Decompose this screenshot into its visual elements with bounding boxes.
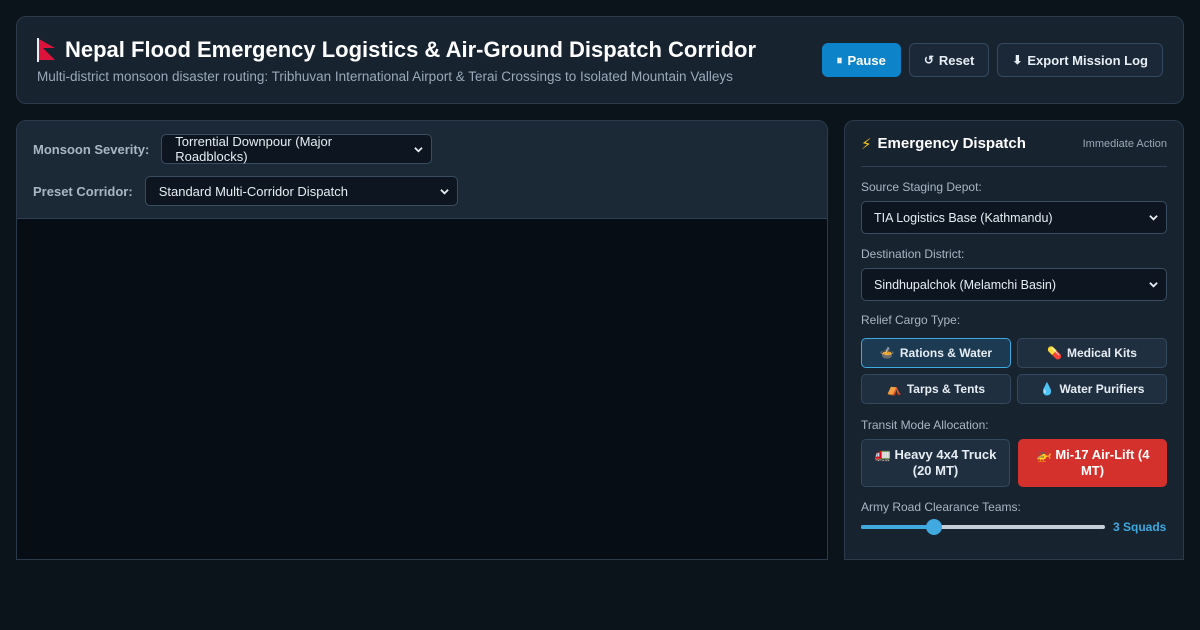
export-mission-log-button[interactable]: ⬇ Export Mission Log <box>997 43 1163 77</box>
map-canvas[interactable] <box>17 219 827 559</box>
slider-thumb[interactable] <box>926 519 943 535</box>
chevron-down-icon <box>414 146 424 153</box>
chevron-down-icon <box>439 188 449 195</box>
map-panel: Monsoon Severity: Torrential Downpour (M… <box>16 120 828 560</box>
cargo-label-text: Rations & Water <box>899 346 993 360</box>
chevron-down-icon <box>1149 282 1158 288</box>
header-card: Nepal Flood Emergency Logistics & Air-Gr… <box>16 16 1184 104</box>
chevron-down-icon <box>1149 215 1158 221</box>
source-depot-value: TIA Logistics Base (Kathmandu) <box>874 210 1053 225</box>
download-icon: ⬇ <box>1012 53 1023 67</box>
tent-icon: ⛺ <box>886 382 902 396</box>
source-depot-select[interactable]: TIA Logistics Base (Kathmandu) <box>861 201 1167 234</box>
corridor-value: Standard Multi-Corridor Dispatch <box>158 183 348 199</box>
severity-value: Torrential Downpour (Major Roadblocks) <box>175 134 333 164</box>
pause-label: Pause <box>847 52 886 68</box>
cargo-tarps-button[interactable]: ⛺ Tarps & Tents <box>861 374 1011 404</box>
droplet-icon: 💧 <box>1039 382 1055 396</box>
cargo-purifiers-button[interactable]: 💧 Water Purifiers <box>1017 374 1167 404</box>
severity-select[interactable]: Torrential Downpour (Major Roadblocks) <box>161 134 433 164</box>
dispatch-panel: ⚡ Emergency Dispatch Immediate Action So… <box>844 120 1184 560</box>
reset-label: Reset <box>938 52 975 68</box>
pause-button[interactable]: ⏸ Pause <box>821 43 901 77</box>
header-actions: ⏸ Pause ↺ Reset ⬇ Export Mission Log <box>821 43 1163 77</box>
destination-district-value: Sindhupalchok (Melamchi Basin) <box>874 277 1057 292</box>
cargo-medical-button[interactable]: 💊 Medical Kits <box>1017 338 1167 368</box>
priority-badge: Immediate Action <box>1082 137 1167 150</box>
dispatch-title-text: Emergency Dispatch <box>877 135 1026 152</box>
cargo-label-text: Medical Kits <box>1066 346 1137 360</box>
truck-mode-label: Heavy 4x4 Truck (20 MT) <box>894 447 997 478</box>
map-controls: Monsoon Severity: Torrential Downpour (M… <box>17 121 827 219</box>
cargo-options: 🍲 Rations & Water 💊 Medical Kits ⛺ Tarps… <box>861 338 1167 404</box>
pill-icon: 💊 <box>1047 346 1062 360</box>
teams-label: Army Road Clearance Teams: <box>861 500 1021 514</box>
export-label: Export Mission Log <box>1027 52 1148 68</box>
transit-label: Transit Mode Allocation: <box>861 418 989 432</box>
dispatch-title: ⚡ Emergency Dispatch <box>861 135 1026 153</box>
pause-icon: ⏸ <box>836 52 843 67</box>
nepal-flag-icon <box>37 38 55 62</box>
severity-row: Monsoon Severity: Torrential Downpour (M… <box>33 134 433 164</box>
page-title: Nepal Flood Emergency Logistics & Air-Gr… <box>65 37 757 62</box>
lightning-icon: ⚡ <box>861 135 872 153</box>
cargo-rations-button[interactable]: 🍲 Rations & Water <box>861 338 1011 368</box>
dispatch-header: ⚡ Emergency Dispatch Immediate Action <box>861 121 1167 167</box>
teams-slider-row: 3 Squads <box>861 519 1167 535</box>
page-subtitle: Multi-district monsoon disaster routing:… <box>37 69 733 84</box>
airlift-mode-label: Mi-17 Air-Lift (4 MT) <box>1055 447 1150 478</box>
cargo-label-text: Tarps & Tents <box>906 382 986 396</box>
corridor-label: Preset Corridor: <box>33 183 133 199</box>
airlift-mode-button[interactable]: 🚁 Mi-17 Air-Lift (4 MT) <box>1018 439 1167 487</box>
corridor-select[interactable]: Standard Multi-Corridor Dispatch <box>144 176 458 206</box>
teams-slider[interactable] <box>861 519 1105 535</box>
teams-value: 3 Squads <box>1113 520 1167 534</box>
cargo-label-text: Water Purifiers <box>1059 382 1145 396</box>
helicopter-icon: 🚁 <box>1035 447 1052 463</box>
transit-mode-options: 🚛 Heavy 4x4 Truck (20 MT) 🚁 Mi-17 Air-Li… <box>861 439 1167 487</box>
source-label: Source Staging Depot: <box>861 180 982 194</box>
food-bowl-icon: 🍲 <box>879 346 895 360</box>
truck-icon: 🚛 <box>874 447 891 463</box>
reset-icon: ↺ <box>923 53 934 67</box>
title-row: Nepal Flood Emergency Logistics & Air-Gr… <box>37 37 756 63</box>
reset-button[interactable]: ↺ Reset <box>908 43 990 77</box>
slider-fill <box>861 525 935 529</box>
destination-district-select[interactable]: Sindhupalchok (Melamchi Basin) <box>861 268 1167 301</box>
destination-label: Destination District: <box>861 247 965 261</box>
truck-mode-button[interactable]: 🚛 Heavy 4x4 Truck (20 MT) <box>861 439 1010 487</box>
corridor-row: Preset Corridor: Standard Multi-Corridor… <box>33 176 458 206</box>
severity-label: Monsoon Severity: <box>33 141 150 157</box>
cargo-label: Relief Cargo Type: <box>861 313 961 327</box>
